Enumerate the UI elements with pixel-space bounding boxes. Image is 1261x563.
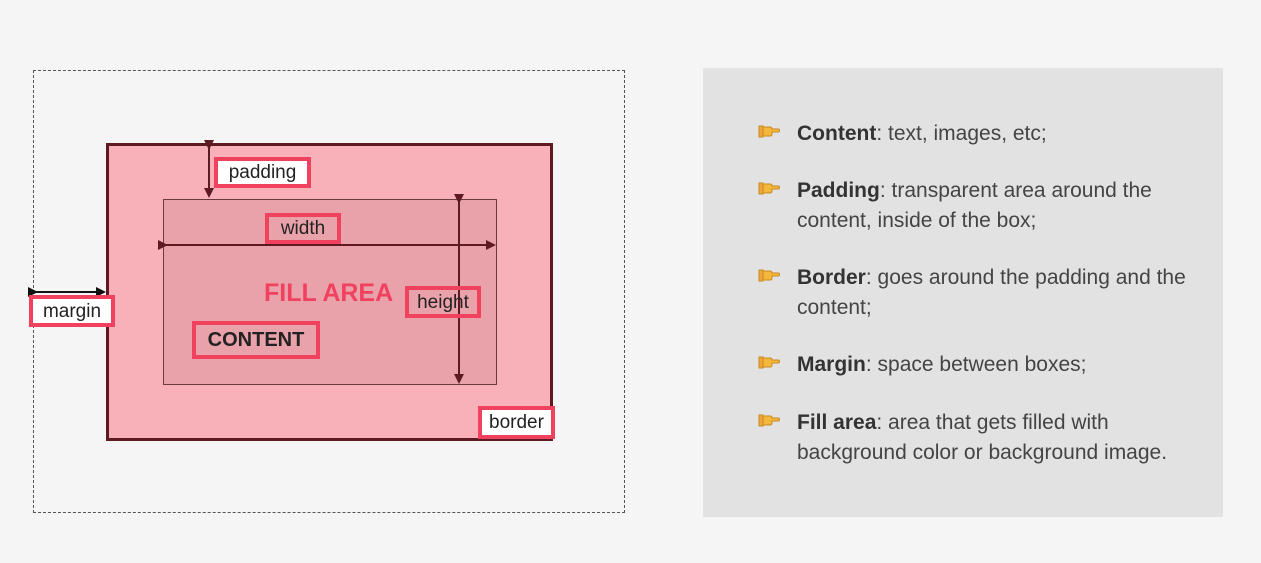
definitions-panel: Content: text, images, etc; Padding: tra…	[703, 68, 1223, 517]
pointing-hand-icon	[758, 356, 780, 369]
width-label: width	[265, 213, 341, 244]
pointing-hand-icon	[758, 414, 780, 427]
definition-text: Padding: transparent area around the con…	[797, 176, 1197, 236]
fill-area-label: FILL AREA	[264, 279, 394, 307]
definition-term: Content	[797, 122, 877, 145]
definition-term: Padding	[797, 179, 880, 202]
definition-text: Border: goes around the padding and the …	[797, 263, 1197, 323]
definition-term: Fill area	[797, 411, 877, 434]
pointing-hand-icon	[758, 269, 780, 282]
definition-term: Border	[797, 266, 866, 289]
border-label: border	[478, 406, 555, 439]
margin-label: margin	[29, 295, 115, 327]
box-model-diagram: padding width FILL AREA height margin CO…	[0, 0, 660, 563]
definition-text: Margin: space between boxes;	[797, 350, 1197, 380]
definition-text: Fill area: area that gets filled with ba…	[797, 408, 1197, 468]
definition-term: Margin	[797, 353, 866, 376]
definition-text: Content: text, images, etc;	[797, 119, 1197, 149]
pointing-hand-icon	[758, 125, 780, 138]
height-label: height	[405, 286, 481, 318]
definition-desc: : text, images, etc;	[876, 122, 1047, 145]
padding-label: padding	[214, 157, 311, 188]
definition-desc: : space between boxes;	[865, 353, 1087, 376]
content-label: CONTENT	[192, 321, 320, 359]
pointing-hand-icon	[758, 182, 780, 195]
